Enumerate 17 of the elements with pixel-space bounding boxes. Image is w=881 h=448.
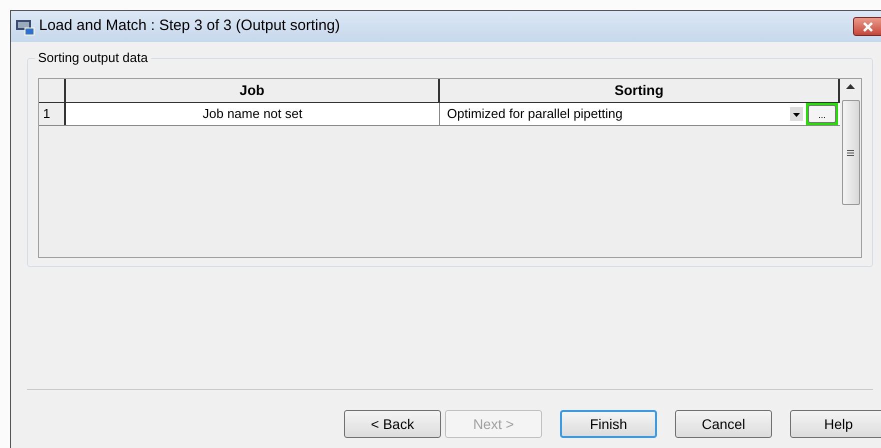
scroll-up-icon[interactable] — [846, 83, 855, 89]
column-header[interactable]: Job — [66, 79, 440, 103]
dialog-button[interactable]: Help — [790, 410, 881, 438]
group-title: Sorting output data — [35, 50, 151, 66]
close-button[interactable] — [853, 17, 881, 36]
scroll-thumb[interactable] — [842, 100, 860, 205]
ellipsis-button[interactable]: ... — [808, 105, 836, 123]
window-title: Load and Match : Step 3 of 3 (Output sorting) — [39, 16, 340, 36]
dialog-button[interactable]: Cancel — [675, 410, 772, 438]
dialog-button[interactable]: Finish — [560, 410, 657, 438]
sorting-value[interactable]: Optimized for parallel pipetting — [447, 104, 790, 124]
grip-icon — [847, 150, 854, 156]
dialog-button[interactable]: < Back — [344, 410, 441, 438]
app-icon — [15, 18, 35, 36]
close-icon — [863, 22, 873, 32]
table-cell: Job name not set — [66, 103, 440, 125]
column-header[interactable]: Sorting — [440, 79, 840, 103]
